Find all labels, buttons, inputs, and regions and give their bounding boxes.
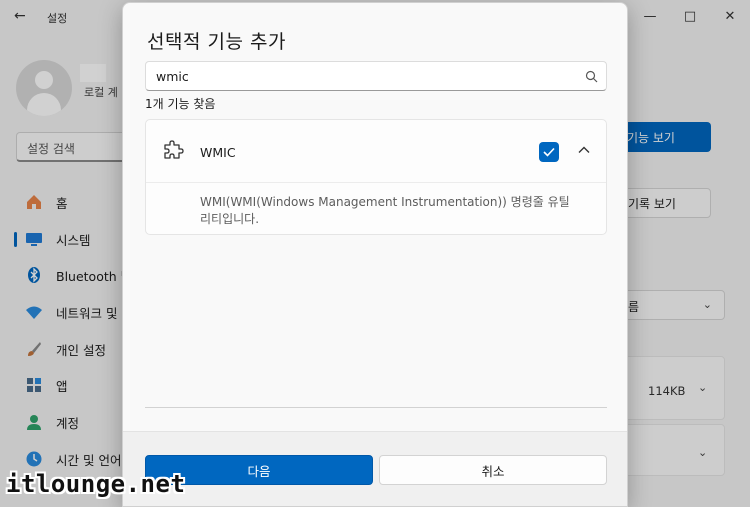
feature-header[interactable]: WMIC <box>146 120 606 183</box>
search-value: wmic <box>156 69 189 84</box>
watermark: itlounge.net <box>6 470 186 498</box>
search-icon[interactable] <box>585 70 598 83</box>
checkmark-icon <box>543 147 555 157</box>
feature-name: WMIC <box>200 145 236 160</box>
feature-description: WMI(WMI(Windows Management Instrumentati… <box>200 195 570 226</box>
feature-checkbox[interactable] <box>539 142 559 162</box>
chevron-up-icon[interactable] <box>576 142 592 158</box>
cancel-button[interactable]: 취소 <box>379 455 607 485</box>
dialog-footer: 다음 취소 <box>123 431 627 506</box>
feature-list-item: WMIC WMI(WMI(Windows Management Instrume… <box>145 119 607 235</box>
divider <box>145 407 607 408</box>
dialog-title: 선택적 기능 추가 <box>147 31 286 53</box>
result-count: 1개 기능 찾음 <box>145 97 216 111</box>
puzzle-gear-icon <box>164 140 184 159</box>
feature-search-input[interactable]: wmic <box>145 61 607 91</box>
add-optional-feature-dialog: 선택적 기능 추가 wmic 1개 기능 찾음 WMIC WMI(WMI(Win… <box>122 2 628 507</box>
